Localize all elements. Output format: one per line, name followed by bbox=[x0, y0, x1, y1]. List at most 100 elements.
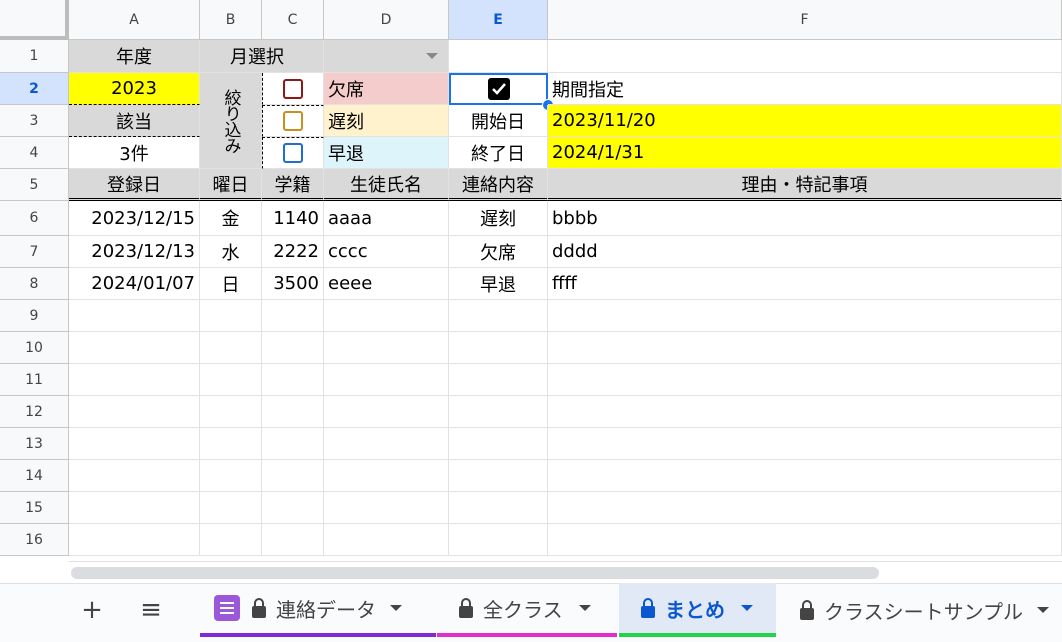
tab-all-classes[interactable]: 全クラス bbox=[437, 583, 617, 637]
table-cell-contact[interactable]: 欠席 bbox=[449, 236, 548, 268]
year-value-cell[interactable]: 2023 bbox=[69, 73, 200, 105]
row-header[interactable]: 3 bbox=[0, 105, 69, 137]
empty-region-f[interactable] bbox=[548, 300, 1062, 556]
table-cell-reason[interactable]: dddd bbox=[548, 236, 1062, 268]
tab-summary[interactable]: まとめ bbox=[619, 583, 776, 637]
table-cell-contact[interactable]: 遅刻 bbox=[449, 201, 548, 236]
lock-icon bbox=[252, 598, 266, 618]
table-cell-date[interactable]: 2023/12/15 bbox=[69, 201, 200, 236]
start-date-cell[interactable]: 2023/11/20 bbox=[548, 105, 1062, 137]
empty-region-e[interactable] bbox=[449, 300, 548, 556]
table-cell-name[interactable]: cccc bbox=[324, 236, 449, 268]
empty-region-c[interactable] bbox=[262, 300, 324, 556]
row-header[interactable]: 7 bbox=[0, 236, 69, 268]
table-header-weekday[interactable]: 曜日 bbox=[200, 169, 262, 201]
row-header[interactable]: 4 bbox=[0, 137, 69, 169]
column-header-f[interactable]: F bbox=[548, 0, 1062, 40]
add-icon: + bbox=[81, 595, 103, 625]
tab-label: クラスシートサンプル bbox=[824, 599, 1023, 624]
row-header[interactable]: 14 bbox=[0, 460, 69, 492]
form-icon bbox=[214, 595, 240, 621]
lock-icon bbox=[459, 598, 473, 618]
dropdown-arrow-icon bbox=[426, 53, 438, 59]
table-cell-name[interactable]: aaaa bbox=[324, 201, 449, 236]
row-header[interactable]: 12 bbox=[0, 396, 69, 428]
table-header-contact[interactable]: 連絡内容 bbox=[449, 169, 548, 201]
start-label-cell[interactable]: 開始日 bbox=[449, 105, 548, 137]
add-sheet-button[interactable]: + bbox=[78, 583, 106, 637]
period-checkbox[interactable] bbox=[487, 78, 510, 100]
table-header-name[interactable]: 生徒氏名 bbox=[324, 169, 449, 201]
filter-label-cell[interactable]: 絞り込み bbox=[200, 73, 262, 169]
absent-label-cell[interactable]: 欠席 bbox=[324, 73, 449, 105]
tab-label: 連絡データ bbox=[276, 597, 376, 622]
end-date-cell[interactable]: 2024/1/31 bbox=[548, 137, 1062, 169]
column-header-e[interactable]: E bbox=[449, 0, 548, 40]
table-cell-date[interactable]: 2023/12/13 bbox=[69, 236, 200, 268]
month-select-label-cell[interactable]: 月選択 bbox=[200, 40, 324, 73]
match-label-cell[interactable]: 該当 bbox=[69, 105, 200, 137]
table-cell-contact[interactable]: 早退 bbox=[449, 268, 548, 300]
tab-contact-data[interactable]: 連絡データ bbox=[200, 583, 436, 637]
row-header[interactable]: 5 bbox=[0, 169, 69, 201]
table-cell-date[interactable]: 2024/01/07 bbox=[69, 268, 200, 300]
cell-f1[interactable] bbox=[548, 40, 1062, 73]
row-header[interactable]: 15 bbox=[0, 492, 69, 524]
row-header[interactable]: 6 bbox=[0, 201, 69, 236]
table-cell-name[interactable]: eeee bbox=[324, 268, 449, 300]
row-header[interactable]: 11 bbox=[0, 364, 69, 396]
horizontal-scrollbar[interactable] bbox=[69, 561, 1062, 584]
table-header-student-id[interactable]: 学籍 bbox=[262, 169, 324, 201]
tab-label: 全クラス bbox=[483, 597, 563, 622]
table-cell-reason[interactable]: ffff bbox=[548, 268, 1062, 300]
lock-icon bbox=[800, 600, 814, 620]
absent-checkbox-cell[interactable] bbox=[262, 73, 324, 105]
early-checkbox-cell[interactable] bbox=[262, 137, 324, 169]
late-checkbox[interactable] bbox=[283, 111, 303, 131]
row-header[interactable]: 9 bbox=[0, 300, 69, 332]
scrollbar-thumb[interactable] bbox=[71, 567, 879, 579]
match-count-cell[interactable]: 3件 bbox=[69, 137, 200, 169]
table-cell-student-id[interactable]: 3500 bbox=[262, 268, 324, 300]
table-cell-weekday[interactable]: 水 bbox=[200, 236, 262, 268]
month-select-dropdown[interactable] bbox=[324, 40, 449, 73]
absent-checkbox[interactable] bbox=[283, 78, 303, 99]
check-icon bbox=[491, 83, 506, 95]
table-cell-weekday[interactable]: 日 bbox=[200, 268, 262, 300]
period-label-cell[interactable]: 期間指定 bbox=[548, 73, 1062, 105]
year-label-cell[interactable]: 年度 bbox=[69, 40, 200, 73]
table-cell-weekday[interactable]: 金 bbox=[200, 201, 262, 236]
end-label-cell[interactable]: 終了日 bbox=[449, 137, 548, 169]
tab-label: まとめ bbox=[665, 597, 725, 622]
table-cell-student-id[interactable]: 1140 bbox=[262, 201, 324, 236]
late-label-cell[interactable]: 遅刻 bbox=[324, 105, 449, 137]
row-header[interactable]: 8 bbox=[0, 268, 69, 300]
column-header-b[interactable]: B bbox=[200, 0, 262, 40]
column-header-c[interactable]: C bbox=[262, 0, 324, 40]
select-all-corner[interactable] bbox=[0, 0, 69, 40]
empty-region-b[interactable] bbox=[200, 300, 262, 556]
chevron-down-icon bbox=[390, 605, 402, 611]
chevron-down-icon bbox=[741, 605, 753, 611]
period-checkbox-cell[interactable] bbox=[449, 73, 548, 105]
early-checkbox[interactable] bbox=[283, 143, 303, 163]
cell-e1[interactable] bbox=[449, 40, 548, 73]
table-header-reason[interactable]: 理由・特記事項 bbox=[548, 169, 1062, 201]
column-header-d[interactable]: D bbox=[324, 0, 449, 40]
row-header[interactable]: 2 bbox=[0, 73, 69, 105]
row-header[interactable]: 13 bbox=[0, 428, 69, 460]
row-header[interactable]: 16 bbox=[0, 524, 69, 556]
empty-region-d[interactable] bbox=[324, 300, 449, 556]
all-sheets-button[interactable]: ≡ bbox=[136, 583, 166, 637]
table-cell-student-id[interactable]: 2222 bbox=[262, 236, 324, 268]
row-header[interactable]: 10 bbox=[0, 332, 69, 364]
column-header-a[interactable]: A bbox=[69, 0, 200, 40]
late-checkbox-cell[interactable] bbox=[262, 105, 324, 137]
table-header-date[interactable]: 登録日 bbox=[69, 169, 200, 201]
filter-label: 絞り込み bbox=[220, 88, 241, 153]
table-cell-reason[interactable]: bbbb bbox=[548, 201, 1062, 236]
tab-class-sheet-sample[interactable]: クラスシートサンプル bbox=[778, 583, 1062, 637]
empty-region-a[interactable] bbox=[69, 300, 200, 556]
row-header[interactable]: 1 bbox=[0, 40, 69, 73]
early-label-cell[interactable]: 早退 bbox=[324, 137, 449, 169]
